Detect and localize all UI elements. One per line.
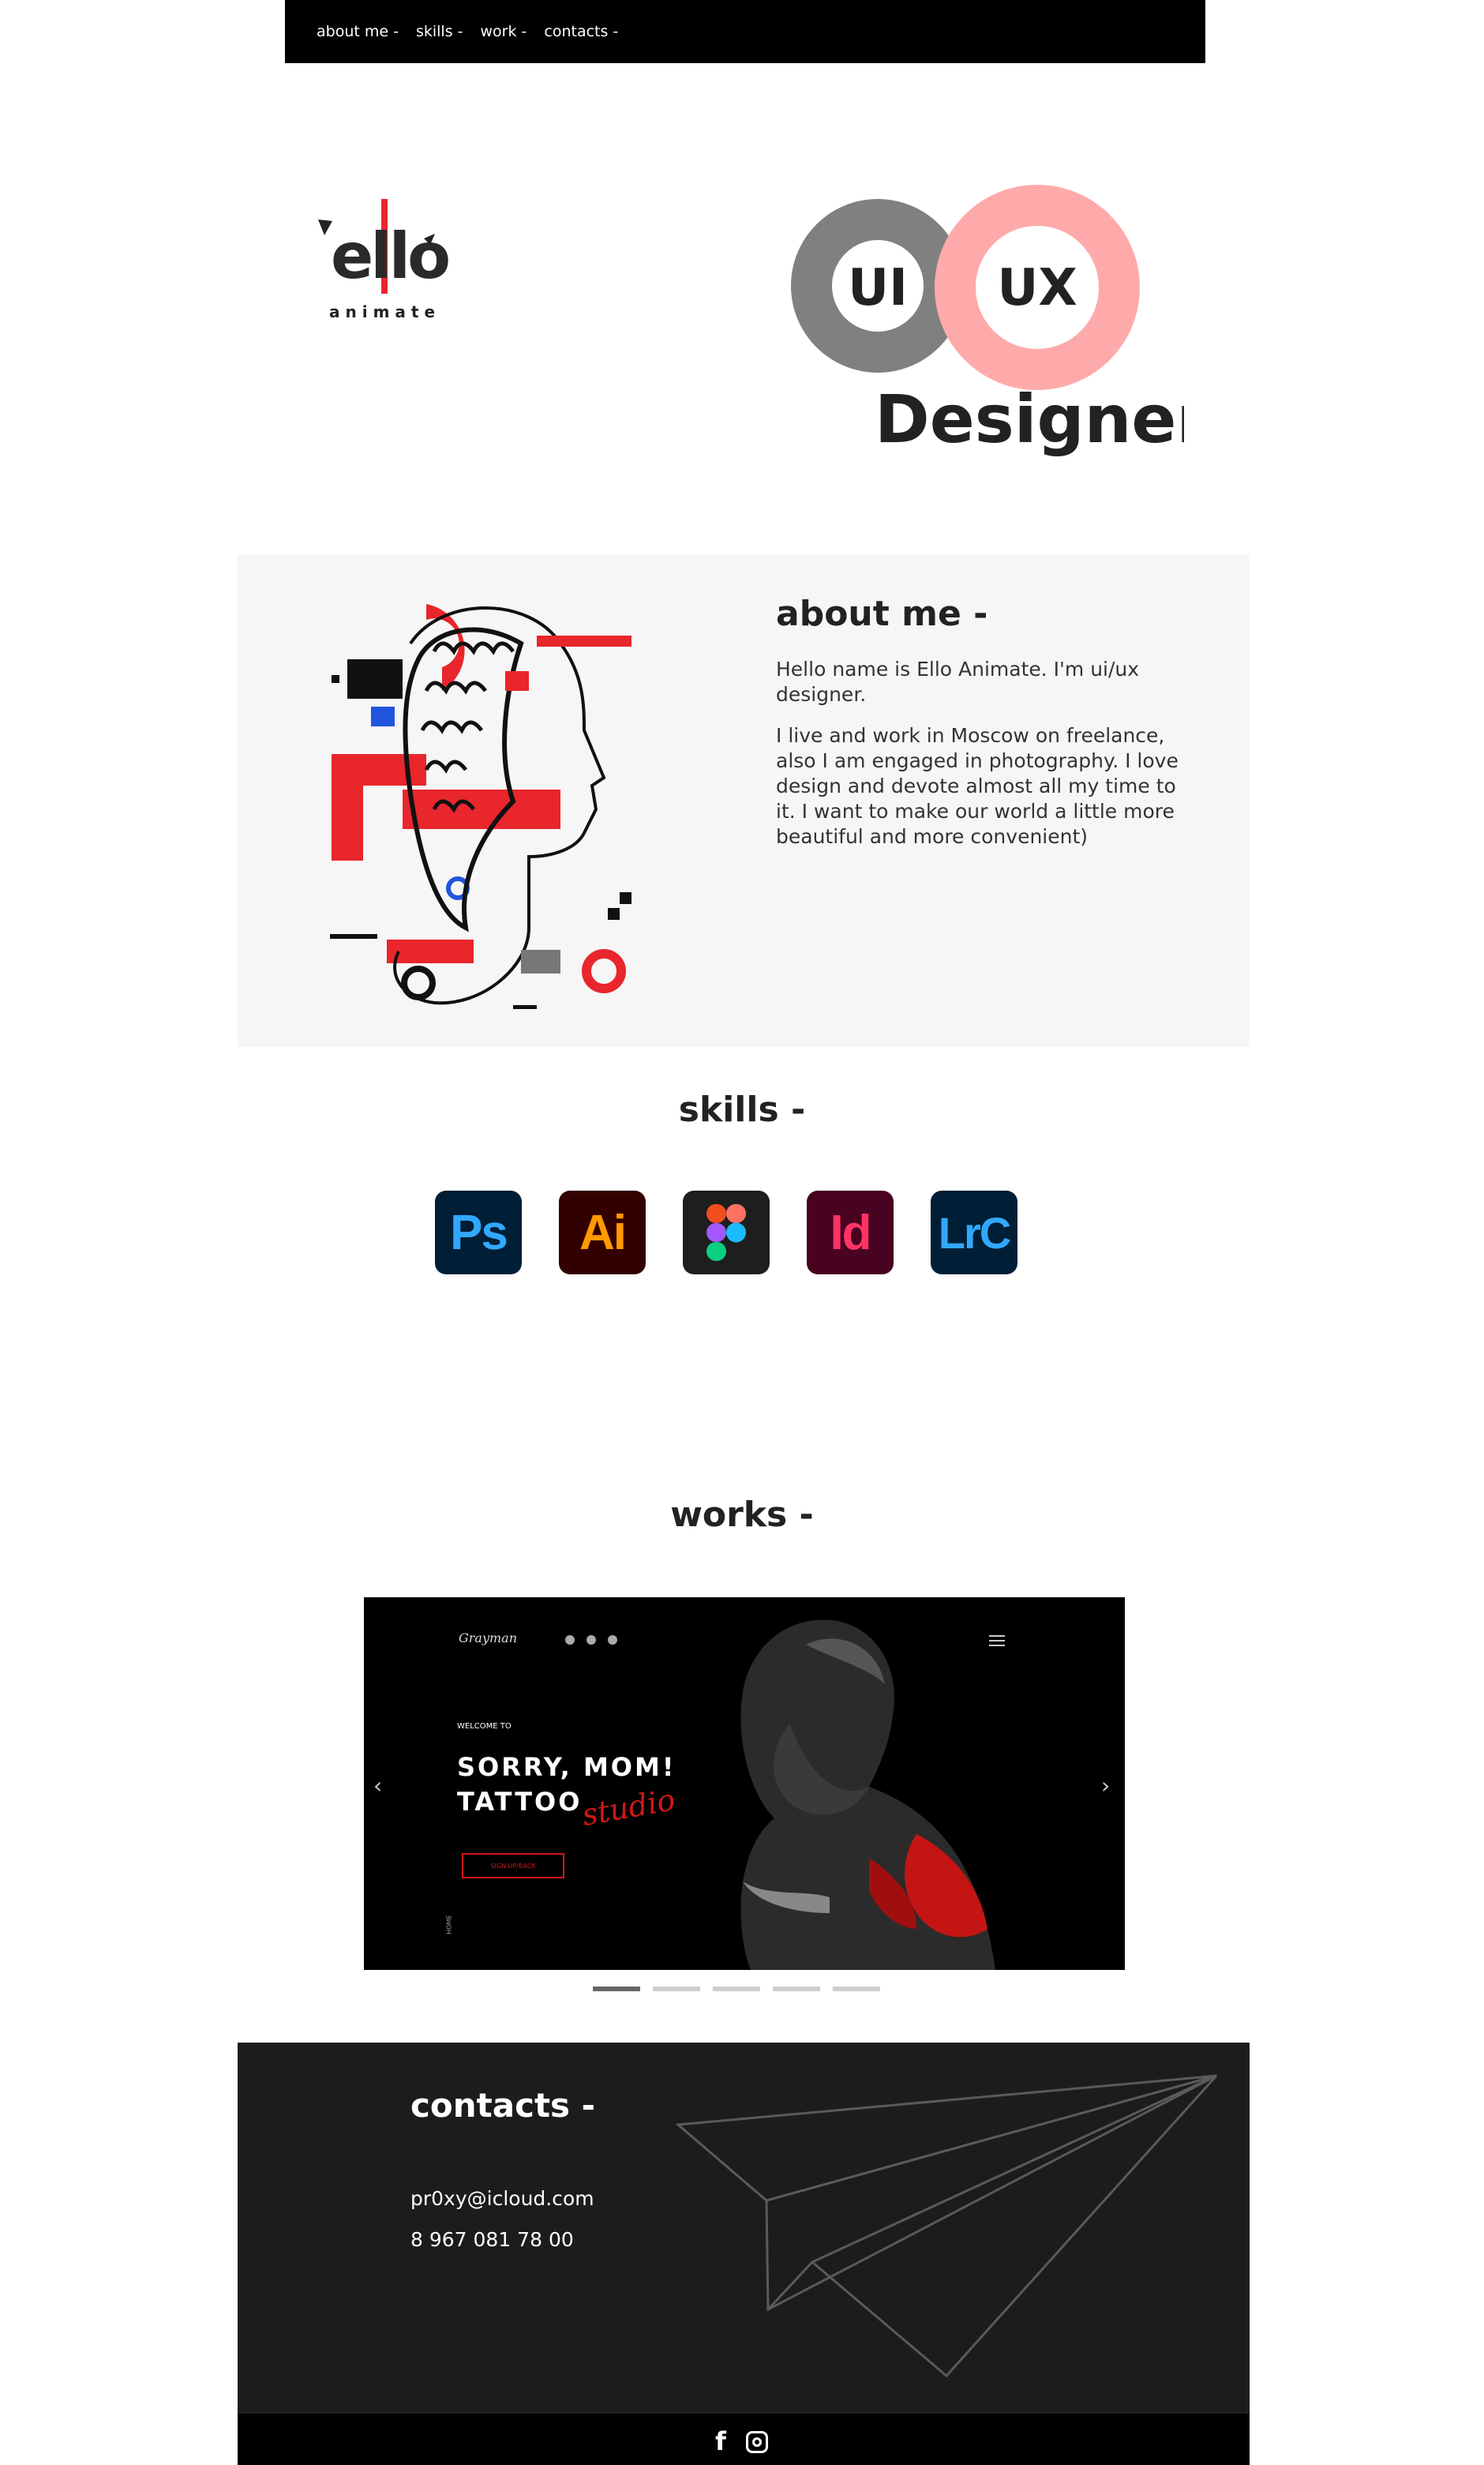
ello-animate-logo: ello animate <box>312 189 454 332</box>
slider-dot-3[interactable] <box>713 1987 760 1991</box>
instagram-icon[interactable] <box>746 2431 768 2453</box>
slider-dot-5[interactable] <box>833 1987 880 1991</box>
slide-side-label: HOME <box>445 1915 453 1934</box>
slide-brand: Grayman <box>459 1630 518 1645</box>
slide-headline-2: TATTOO <box>457 1787 583 1817</box>
top-nav: about me - skills - work - contacts - <box>285 0 1205 63</box>
slide-menu-icon <box>989 1635 1005 1646</box>
indesign-icon: Id <box>807 1191 894 1274</box>
contacts-title: contacts - <box>410 2086 596 2125</box>
statue-illustration <box>324 596 647 1015</box>
lightroom-classic-icon: LrC <box>931 1191 1017 1274</box>
illustrator-icon: Ai <box>559 1191 646 1274</box>
nav-menu: about me - skills - work - contacts - <box>317 0 618 63</box>
works-title: works - <box>670 1495 814 1535</box>
photoshop-icon: Ps <box>435 1191 522 1274</box>
slider-dot-2[interactable] <box>653 1987 700 1991</box>
slide-instagram-icon <box>608 1635 617 1645</box>
designer-label: Designer <box>875 381 1184 458</box>
nav-item-work[interactable]: work - <box>481 23 527 40</box>
skills-title: skills - <box>678 1090 806 1130</box>
logo-text: ello <box>331 219 448 293</box>
slide-vk-icon <box>586 1635 596 1645</box>
slider-next-arrow[interactable]: › <box>1101 1773 1110 1799</box>
ui-ux-designer-badge: UI UX Designer <box>789 182 1209 466</box>
about-bio: I live and work in Moscow on freelance, … <box>776 724 1179 848</box>
paper-plane-illustration <box>675 2074 1218 2378</box>
slider-dot-1[interactable] <box>593 1987 640 1991</box>
about-title: about me - <box>776 594 988 634</box>
footer: f <box>238 2414 1250 2465</box>
ui-label: UI <box>848 259 908 317</box>
slider-dot-4[interactable] <box>773 1987 820 1991</box>
contacts-section <box>238 2043 1250 2414</box>
works-slider[interactable]: Grayman WELCOME TO SORRY, MOM! TATTOO st… <box>364 1597 1125 1970</box>
nav-item-skills[interactable]: skills - <box>416 23 463 40</box>
nav-item-contacts[interactable]: contacts - <box>544 23 618 40</box>
slider-prev-arrow[interactable]: ‹ <box>373 1773 382 1799</box>
slide-headline-1: SORRY, MOM! <box>457 1752 676 1782</box>
about-intro: Hello name is Ello Animate. I'm ui/ux de… <box>776 658 1140 706</box>
contact-phone[interactable]: 8 967 081 78 00 <box>410 2228 574 2251</box>
logo-subtext: animate <box>329 302 440 321</box>
facebook-icon[interactable]: f <box>715 2426 726 2456</box>
slide-welcome: WELCOME TO <box>457 1722 512 1731</box>
nav-item-about[interactable]: about me - <box>317 23 399 40</box>
figma-icon <box>683 1191 770 1274</box>
slide-cta-button[interactable]: SIGN UP/BACK <box>462 1853 564 1878</box>
ux-label: UX <box>997 259 1077 317</box>
slide-facebook-icon <box>565 1635 575 1645</box>
logo-graphic: ello animate <box>318 199 452 321</box>
contact-email[interactable]: pr0xy@icloud.com <box>410 2187 594 2210</box>
